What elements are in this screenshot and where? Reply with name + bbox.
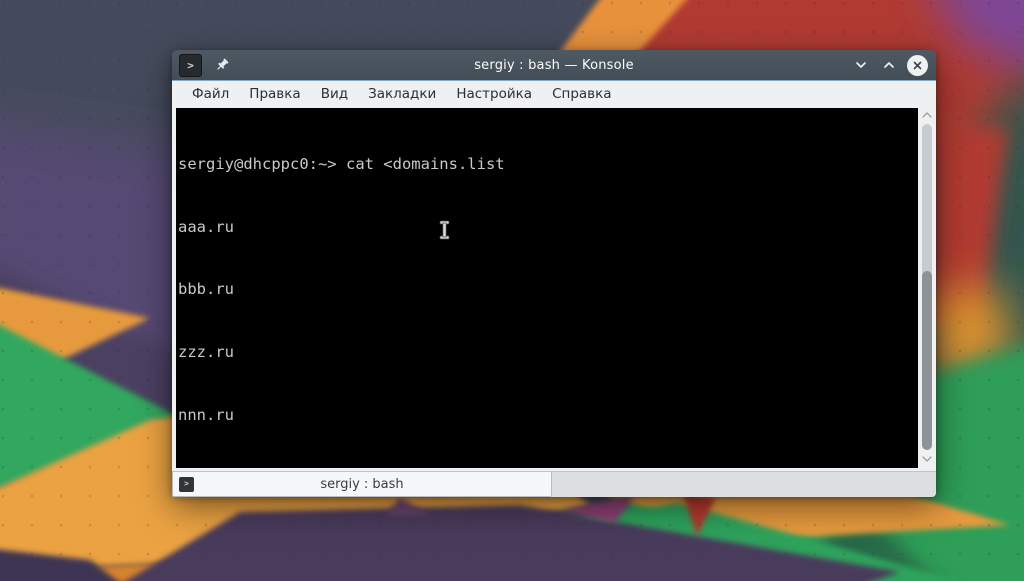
scrollbar-thumb[interactable]	[922, 270, 932, 450]
menu-help[interactable]: Справка	[542, 81, 621, 107]
window-controls	[851, 54, 928, 76]
menu-edit[interactable]: Правка	[239, 81, 310, 107]
maximize-button[interactable]	[879, 55, 899, 75]
terminal-output-line: zzz.ru	[178, 342, 234, 361]
prompt-text: sergiy@dhcppc0:~>	[178, 154, 346, 173]
minimize-button[interactable]	[851, 55, 871, 75]
tab-sergiy-bash[interactable]: > sergiy : bash	[172, 472, 552, 497]
terminal-command-line: sergiy@dhcppc0:~> cat <domains.list	[178, 154, 918, 175]
window-title: sergiy : bash — Konsole	[474, 57, 634, 73]
scrollbar-track[interactable]	[922, 124, 932, 450]
menu-file[interactable]: Файл	[182, 81, 239, 107]
menubar: Файл Правка Вид Закладки Настройка Справ…	[172, 81, 936, 107]
menu-settings[interactable]: Настройка	[446, 81, 542, 107]
tab-label: sergiy : bash	[320, 476, 404, 492]
menu-bookmarks[interactable]: Закладки	[358, 81, 446, 107]
terminal-output-line: qqq.ru	[178, 467, 918, 468]
tab-konsole-icon: >	[179, 476, 194, 492]
tabbar: > sergiy : bash	[172, 471, 936, 497]
terminal-output-line: aaa.ru	[178, 217, 234, 236]
terminal-screen[interactable]: sergiy@dhcppc0:~> cat <domains.list aaa.…	[176, 108, 918, 468]
menu-view[interactable]: Вид	[311, 81, 358, 107]
command-text: cat <domains.list	[345, 154, 505, 173]
terminal-frame: sergiy@dhcppc0:~> cat <domains.list aaa.…	[172, 107, 936, 471]
konsole-window: > sergiy : bash — Konsole Файл Правка Ви…	[172, 50, 936, 497]
close-button[interactable]	[907, 54, 928, 76]
titlebar[interactable]: > sergiy : bash — Konsole	[172, 50, 936, 81]
terminal-output-line: nnn.ru	[178, 405, 234, 424]
terminal-scrollbar[interactable]	[918, 108, 936, 468]
konsole-app-icon[interactable]: >	[179, 53, 202, 77]
scroll-up-icon[interactable]	[918, 108, 936, 122]
scroll-down-icon[interactable]	[918, 452, 936, 466]
terminal-output-line: bbb.ru	[178, 280, 234, 299]
pin-icon[interactable]	[211, 54, 233, 76]
